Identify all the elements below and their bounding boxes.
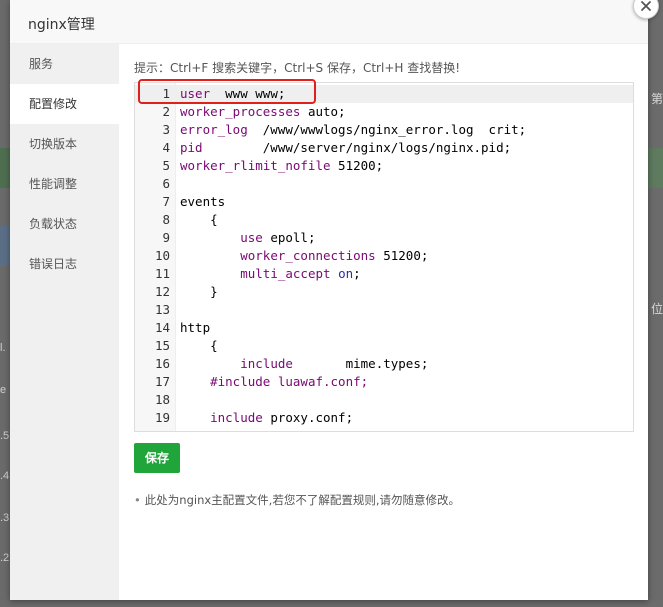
line-number: 6 bbox=[162, 176, 170, 191]
background-right-text: 位 bbox=[651, 302, 663, 316]
code-line[interactable]: 12 } bbox=[135, 283, 633, 301]
background-left-text: .3 bbox=[0, 512, 10, 524]
code-line[interactable]: 19 include proxy.conf; bbox=[135, 409, 633, 427]
code-line[interactable]: 14 http bbox=[135, 319, 633, 337]
code-text: { bbox=[180, 338, 218, 353]
code-line[interactable]: 5 worker_rlimit_nofile 51200; bbox=[135, 157, 633, 175]
line-number: 11 bbox=[154, 266, 170, 281]
sidebar-item-performance[interactable]: 性能调整 bbox=[10, 164, 119, 204]
close-icon bbox=[641, 1, 651, 11]
line-number: 16 bbox=[154, 356, 170, 371]
code-text: http bbox=[180, 320, 211, 335]
code-text: #include luawaf.conf; bbox=[210, 374, 369, 389]
background-left-text: .4 bbox=[0, 470, 10, 482]
code-text: error_log /www/wwwlogs/nginx_error.log c… bbox=[180, 122, 527, 137]
background-right-banner bbox=[648, 148, 663, 188]
config-warning-text: 此处为nginx主配置文件,若您不了解配置规则,请勿随意修改。 bbox=[144, 493, 460, 507]
line-number: 8 bbox=[162, 212, 170, 227]
line-number: 19 bbox=[154, 410, 170, 425]
sidebar: 服务 配置修改 切换版本 性能调整 负载状态 错误日志 bbox=[10, 44, 119, 600]
background-left-text: .2 bbox=[0, 552, 10, 564]
line-number: 3 bbox=[162, 122, 170, 137]
code-text: include mime.types; bbox=[240, 356, 429, 371]
background-left-banner bbox=[0, 148, 10, 188]
line-number: 10 bbox=[154, 248, 170, 263]
code-line[interactable]: 18 bbox=[135, 391, 633, 409]
config-code-editor[interactable]: 1 user www www; 2 worker_processes auto; 3 er… bbox=[134, 82, 634, 432]
code-line[interactable]: 16 include mime.types; bbox=[135, 355, 633, 373]
shortcut-tip: 提示：Ctrl+F 搜索关键字，Ctrl+S 保存，Ctrl+H 查找替换! bbox=[134, 61, 461, 75]
background-left-panel bbox=[0, 226, 10, 266]
bullet-icon: • bbox=[134, 493, 141, 507]
background-left-text: e bbox=[0, 384, 7, 396]
sidebar-item-load-status[interactable]: 负载状态 bbox=[10, 204, 119, 244]
line-number: 17 bbox=[154, 374, 170, 389]
code-text: multi_accept on; bbox=[240, 266, 361, 281]
code-text: worker_connections 51200; bbox=[240, 248, 429, 263]
code-line[interactable]: 3 error_log /www/wwwlogs/nginx_error.log … bbox=[135, 121, 633, 139]
code-text: worker_processes auto; bbox=[180, 104, 346, 119]
code-text: { bbox=[180, 212, 218, 227]
code-line[interactable]: 9 use epoll; bbox=[135, 229, 633, 247]
code-text: use epoll; bbox=[240, 230, 316, 245]
code-text: worker_rlimit_nofile 51200; bbox=[180, 158, 384, 173]
sidebar-item-switch-version[interactable]: 切换版本 bbox=[10, 124, 119, 164]
code-line[interactable]: 10 worker_connections 51200; bbox=[135, 247, 633, 265]
code-text: events bbox=[180, 194, 226, 209]
code-text: include proxy.conf; bbox=[210, 410, 354, 425]
highlight-annotation bbox=[138, 79, 316, 104]
dialog-title: nginx管理 bbox=[28, 17, 95, 33]
line-number: 14 bbox=[154, 320, 170, 335]
code-line[interactable]: 20 bbox=[135, 427, 633, 431]
line-number: 12 bbox=[154, 284, 170, 299]
code-line[interactable]: 11 multi_accept on; bbox=[135, 265, 633, 283]
code-line[interactable]: 2 worker_processes auto; bbox=[135, 103, 633, 121]
code-line[interactable]: 17 #include luawaf.conf; bbox=[135, 373, 633, 391]
background-right-text: 第 bbox=[651, 92, 663, 106]
line-number: 20 bbox=[135, 427, 170, 431]
line-number: 18 bbox=[154, 392, 170, 407]
code-line[interactable]: 15 { bbox=[135, 337, 633, 355]
line-number: 2 bbox=[162, 104, 170, 119]
dialog-header: nginx管理 bbox=[10, 0, 648, 44]
nginx-manager-dialog: nginx管理 服务 配置修改 切换版本 性能调整 负载状态 错误日志 提示：C… bbox=[10, 0, 648, 600]
code-line[interactable]: 7 events bbox=[135, 193, 633, 211]
background-left-text: .5 bbox=[0, 430, 10, 442]
sidebar-item-service[interactable]: 服务 bbox=[10, 44, 119, 84]
sidebar-item-config[interactable]: 配置修改 bbox=[10, 84, 119, 124]
background-left-text: l. bbox=[0, 342, 6, 354]
code-text: } bbox=[180, 284, 218, 299]
line-number: 4 bbox=[162, 140, 170, 155]
code-line[interactable]: 6 bbox=[135, 175, 633, 193]
line-number: 9 bbox=[162, 230, 170, 245]
line-number: 7 bbox=[162, 194, 170, 209]
code-text: pid /www/server/nginx/logs/nginx.pid; bbox=[180, 140, 512, 155]
line-number: 5 bbox=[162, 158, 170, 173]
code-line[interactable]: 13 bbox=[135, 301, 633, 319]
sidebar-item-error-log[interactable]: 错误日志 bbox=[10, 244, 119, 284]
config-warning-note: • 此处为nginx主配置文件,若您不了解配置规则,请勿随意修改。 bbox=[134, 492, 460, 508]
code-line[interactable]: 8 { bbox=[135, 211, 633, 229]
line-number: 15 bbox=[154, 338, 170, 353]
code-line[interactable]: 4 pid /www/server/nginx/logs/nginx.pid; bbox=[135, 139, 633, 157]
save-button[interactable]: 保存 bbox=[134, 443, 180, 473]
line-number: 13 bbox=[154, 302, 170, 317]
